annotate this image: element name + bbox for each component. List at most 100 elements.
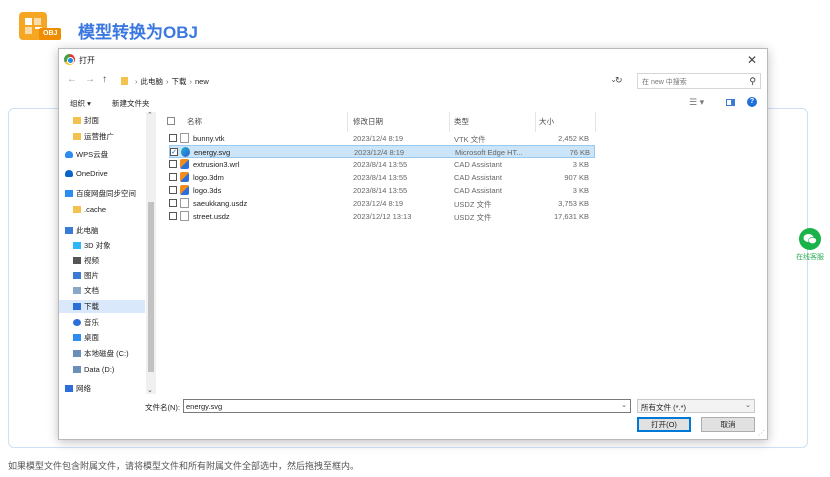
column-header-size[interactable]: 大小 <box>539 116 554 130</box>
view-options-icon[interactable]: ☰ ▾ <box>689 97 704 108</box>
file-type: USDZ 文件 <box>454 200 492 209</box>
cancel-button[interactable]: 取消 <box>701 417 755 432</box>
chevron-down-icon: ⌄ <box>745 402 751 409</box>
chevron-down-icon[interactable]: ⌄ <box>621 401 627 409</box>
file-type: CAD Assistant <box>454 186 502 195</box>
resize-grip-icon[interactable]: ⋰ <box>758 429 765 437</box>
up-button[interactable]: ↑ <box>102 74 107 85</box>
file-date: 2023/8/14 13:55 <box>353 186 408 195</box>
network-icon <box>65 385 73 392</box>
sidebar-item[interactable]: 文档 <box>59 284 145 297</box>
sidebar-item[interactable]: 图片 <box>59 269 145 282</box>
sidebar-item[interactable]: 本地磁盘 (C:) <box>59 347 145 360</box>
new-folder-button[interactable]: 新建文件夹 <box>112 98 150 109</box>
file-row[interactable]: logo.3dm 2023/8/14 13:55 CAD Assistant 907 … <box>169 171 595 184</box>
obj-tag: OBJ <box>39 28 62 40</box>
preview-pane-icon[interactable] <box>726 99 735 106</box>
disk-icon <box>73 366 81 373</box>
file-date: 2023/12/4 8:19 <box>354 148 405 157</box>
column-header-name[interactable]: 名称 <box>187 116 202 130</box>
sidebar-item-label: 此电脑 <box>76 226 99 235</box>
file-row[interactable]: ✓ energy.svg 2023/12/4 8:19 Microsoft Edge … <box>169 145 595 158</box>
pc-icon <box>65 227 73 234</box>
sidebar-item[interactable]: OneDrive <box>59 167 145 180</box>
dialog-titlebar: 打开 ✕ <box>59 49 767 71</box>
sidebar-item[interactable]: WPS云盘 <box>59 148 145 161</box>
file-date: 2023/12/4 8:19 <box>353 199 404 208</box>
row-checkbox[interactable] <box>169 186 177 194</box>
file-list: 名称 修改日期 类型 大小 bunny.vtk 2023/12/4 8:19 VTK… <box>165 112 765 394</box>
sidebar-item-label: 桌面 <box>84 333 99 342</box>
search-input[interactable]: 在 new 中搜索 ⚲ <box>637 73 761 89</box>
folder-icon <box>73 117 81 124</box>
file-row[interactable]: logo.3ds 2023/8/14 13:55 CAD Assistant 3 KB <box>169 184 595 197</box>
file-name: logo.3ds <box>193 186 222 195</box>
file-row[interactable]: bunny.vtk 2023/12/4 8:19 VTK 文件 2,452 KB <box>169 132 595 145</box>
row-checkbox[interactable] <box>169 199 177 207</box>
close-button[interactable]: ✕ <box>743 51 761 69</box>
file-date: 2023/8/14 13:55 <box>353 160 408 169</box>
row-checkbox[interactable] <box>169 212 177 220</box>
forward-button[interactable]: → <box>85 74 95 85</box>
file-size: 3,753 KB <box>558 199 589 208</box>
row-checkbox[interactable] <box>169 173 177 181</box>
select-all-checkbox[interactable] <box>167 117 175 125</box>
sidebar-item[interactable]: 3D 对象 <box>59 239 145 252</box>
file-row[interactable]: saeukkang.usdz 2023/12/4 8:19 USDZ 文件 3,753… <box>169 197 595 210</box>
sidebar-item[interactable]: 此电脑 <box>59 224 145 237</box>
open-file-dialog: 打开 ✕ ← → ↑ › 此电脑 › 下载 › new ⌄ ↻ 在 new 中搜… <box>58 48 768 440</box>
sidebar-item[interactable]: 运营推广 <box>59 130 145 143</box>
sidebar-item[interactable]: Data (D:) <box>59 363 145 376</box>
desktop-icon <box>73 334 81 341</box>
filename-label: 文件名(N): <box>145 403 180 412</box>
organize-button[interactable]: 组织 ▾ <box>70 98 91 109</box>
file-size: 3 KB <box>572 160 589 169</box>
file-name: energy.svg <box>194 148 231 157</box>
filename-input[interactable]: energy.svg ⌄ <box>183 399 631 413</box>
sidebar-item-label: 百度网盘同步空间 <box>76 189 136 198</box>
cad-icon <box>180 185 189 195</box>
row-checkbox[interactable] <box>169 134 177 142</box>
file-date: 2023/8/14 13:55 <box>353 173 408 182</box>
file-name: logo.3dm <box>193 173 224 182</box>
online-service-button[interactable]: 在线客服 <box>790 228 830 262</box>
file-date: 2023/12/12 13:13 <box>353 212 412 221</box>
download-icon <box>73 303 81 310</box>
sidebar-item-label: OneDrive <box>76 169 108 178</box>
disk-icon <box>73 350 81 357</box>
back-button[interactable]: ← <box>67 74 77 85</box>
drive-icon <box>65 190 73 197</box>
row-checkbox[interactable] <box>169 160 177 168</box>
file-type: Microsoft Edge HT... <box>455 148 523 157</box>
row-checkbox[interactable]: ✓ <box>170 148 178 156</box>
sidebar-item[interactable]: 百度网盘同步空间 <box>59 187 145 200</box>
help-button[interactable]: ? <box>747 97 757 107</box>
column-header-type[interactable]: 类型 <box>454 116 469 130</box>
file-row[interactable]: street.usdz 2023/12/12 13:13 USDZ 文件 17,631… <box>169 210 595 223</box>
breadcrumb-item[interactable]: new <box>195 77 209 86</box>
chevron-down-icon[interactable]: ⌄ <box>147 386 153 394</box>
breadcrumb-item[interactable]: 此电脑 <box>141 76 164 87</box>
sidebar-item[interactable]: 封面 <box>59 114 145 127</box>
file-type-value: 所有文件 (*.*) <box>641 403 686 412</box>
file-row[interactable]: extrusion3.wrl 2023/8/14 13:55 CAD Assista… <box>169 158 595 171</box>
address-bar[interactable]: › 此电脑 › 下载 › new ⌄ <box>119 73 617 89</box>
sidebar-item[interactable]: 视频 <box>59 254 145 267</box>
sidebar-item[interactable]: 桌面 <box>59 331 145 344</box>
column-header-date[interactable]: 修改日期 <box>353 116 383 130</box>
sidebar-item[interactable]: .cache <box>59 203 145 216</box>
open-button[interactable]: 打开(O) <box>637 417 691 432</box>
navigation-scrollbar[interactable]: ⌃ ⌄ <box>146 112 156 394</box>
breadcrumb-item[interactable]: 下载 <box>172 76 187 87</box>
scrollbar-thumb[interactable] <box>148 202 154 372</box>
cloud-icon <box>65 170 73 177</box>
sidebar-item[interactable]: 下载 <box>59 300 145 313</box>
file-type: CAD Assistant <box>454 160 502 169</box>
sidebar-item[interactable]: 音乐 <box>59 316 145 329</box>
chevron-up-icon[interactable]: ⌃ <box>147 111 153 119</box>
refresh-button[interactable]: ↻ <box>615 75 623 86</box>
file-type-select[interactable]: 所有文件 (*.*) ⌄ <box>637 399 755 413</box>
sidebar-item[interactable]: 网络 <box>59 382 145 394</box>
sidebar-item-label: Data (D:) <box>84 365 115 374</box>
app-logo: OBJ <box>19 12 69 40</box>
